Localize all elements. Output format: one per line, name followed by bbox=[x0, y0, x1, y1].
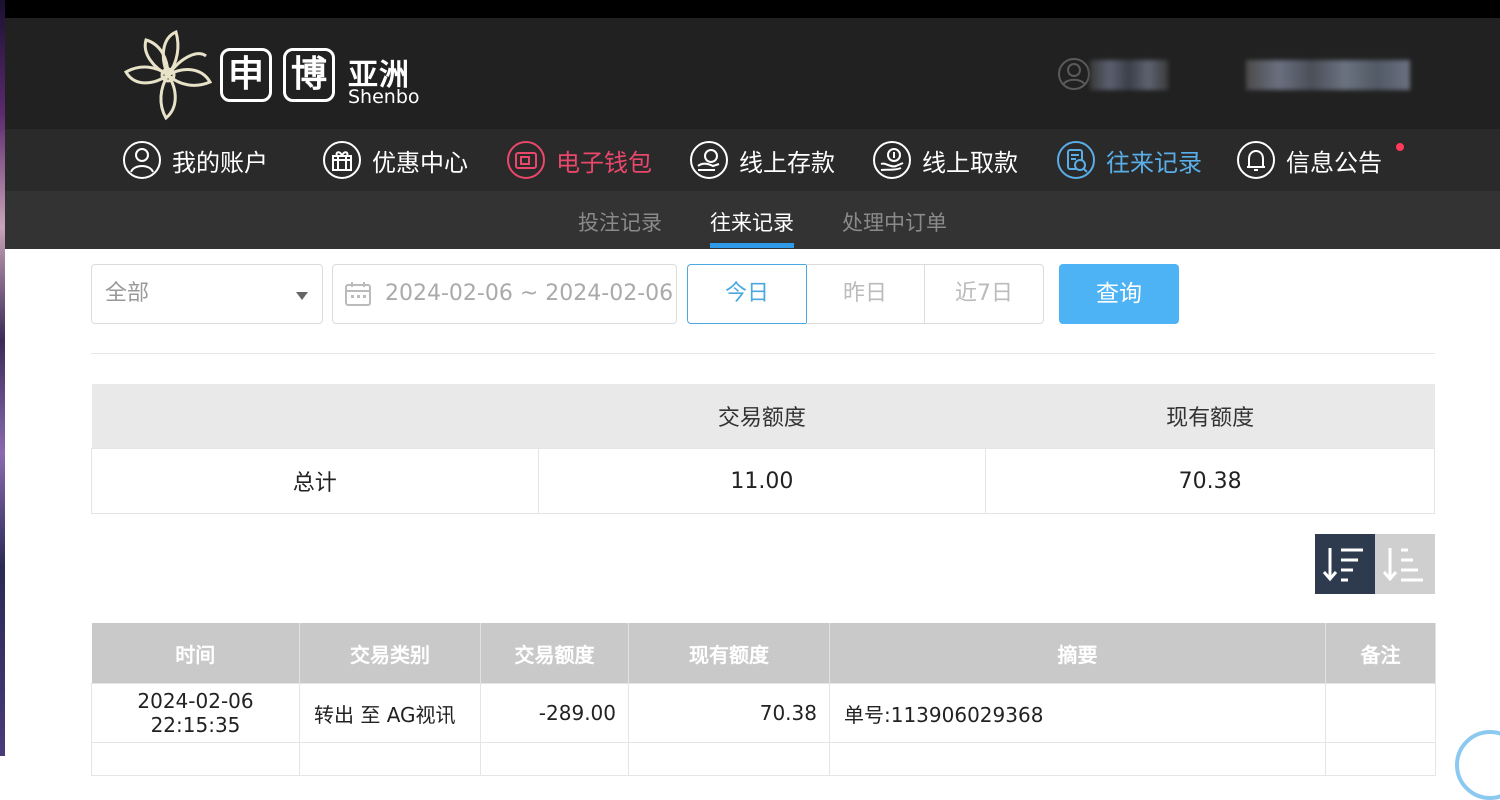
sort-desc-icon bbox=[1322, 548, 1363, 582]
yesterday-button[interactable]: 昨日 bbox=[806, 264, 925, 324]
table-row bbox=[91, 742, 1436, 776]
last-7-days-button[interactable]: 近7日 bbox=[924, 264, 1044, 324]
summary-header-current: 现有额度 bbox=[985, 384, 1435, 449]
records-header-row: 时间 交易类别 交易额度 现有额度 摘要 备注 bbox=[91, 623, 1436, 684]
nav-item-e-wallet[interactable]: 电子钱包 bbox=[506, 138, 652, 182]
wallet-icon bbox=[507, 141, 545, 179]
sort-controls bbox=[1315, 534, 1435, 594]
nav-item-deposit[interactable]: 线上存款 bbox=[689, 138, 835, 182]
chat-support-icon[interactable] bbox=[1455, 730, 1500, 800]
cell-empty bbox=[480, 742, 629, 776]
nav-item-label: 电子钱包 bbox=[556, 148, 652, 177]
logo-en-text: Shenbo bbox=[348, 86, 420, 108]
divider bbox=[91, 353, 1435, 354]
cell-time: 2024-02-06 22:15:35 bbox=[91, 683, 300, 743]
summary-header-row: 交易额度 现有额度 bbox=[91, 384, 1435, 449]
type-select[interactable]: 全部 bbox=[91, 264, 323, 324]
brand-logo[interactable]: 申 博 亚洲 Shenbo bbox=[120, 28, 420, 123]
nav-item-withdraw[interactable]: 线上取款 bbox=[872, 138, 1018, 182]
type-select-value: 全部 bbox=[105, 281, 150, 306]
user-area bbox=[1040, 58, 1410, 94]
sub-nav: 投注记录 往来记录 处理中订单 bbox=[0, 191, 1500, 249]
bell-icon bbox=[1237, 141, 1275, 179]
col-header-balance: 现有额度 bbox=[628, 623, 830, 684]
summary-row: 总计 11.00 70.38 bbox=[91, 448, 1435, 514]
summary-header-blank bbox=[91, 384, 538, 449]
flower-logo-icon bbox=[123, 29, 213, 121]
redacted-balance bbox=[1246, 60, 1410, 90]
nav-item-label: 我的账户 bbox=[172, 148, 268, 177]
sort-asc-button[interactable] bbox=[1375, 534, 1435, 594]
gift-icon bbox=[323, 141, 361, 179]
tab-bet-records[interactable]: 投注记录 bbox=[578, 207, 662, 237]
summary-header-trade: 交易额度 bbox=[538, 384, 986, 449]
notification-dot bbox=[1396, 143, 1404, 151]
cell-balance: 70.38 bbox=[628, 683, 830, 743]
sort-desc-button[interactable] bbox=[1315, 534, 1375, 594]
logo-char-box: 博 bbox=[283, 48, 335, 102]
summary-total-label: 总计 bbox=[91, 448, 539, 514]
records-icon bbox=[1057, 141, 1095, 179]
sort-asc-icon bbox=[1382, 548, 1423, 582]
withdraw-icon bbox=[873, 141, 911, 179]
col-header-note: 备注 bbox=[1325, 623, 1436, 684]
today-button[interactable]: 今日 bbox=[687, 264, 807, 324]
nav-item-records[interactable]: 往来记录 bbox=[1056, 138, 1202, 182]
logo-char-box: 申 bbox=[220, 48, 272, 102]
summary-trade-amount: 11.00 bbox=[537, 448, 987, 514]
date-range-value: 2024-02-06 ~ 2024-02-06 bbox=[385, 281, 674, 306]
redacted-username bbox=[1090, 60, 1168, 90]
nav-item-label: 信息公告 bbox=[1286, 148, 1382, 177]
cell-empty bbox=[628, 742, 830, 776]
records-table: 时间 交易类别 交易额度 现有额度 摘要 备注 2024-02-06 22:15… bbox=[91, 623, 1436, 776]
active-tab-indicator bbox=[710, 243, 794, 248]
date-range-input[interactable]: 2024-02-06 ~ 2024-02-06 bbox=[332, 264, 677, 324]
cell-amount: -289.00 bbox=[480, 683, 629, 743]
nav-item-label: 优惠中心 bbox=[372, 148, 468, 177]
tab-pending-orders[interactable]: 处理中订单 bbox=[842, 207, 947, 237]
table-row: 2024-02-06 22:15:35 转出 至 AG视讯 -289.00 70… bbox=[91, 683, 1436, 743]
cell-empty bbox=[1325, 742, 1436, 776]
window-top-bar bbox=[0, 0, 1500, 18]
deposit-icon bbox=[690, 141, 728, 179]
nav-item-promotions[interactable]: 优惠中心 bbox=[322, 138, 468, 182]
col-header-amount: 交易额度 bbox=[480, 623, 629, 684]
col-header-type: 交易类别 bbox=[299, 623, 481, 684]
nav-item-label: 线上取款 bbox=[922, 148, 1018, 177]
cell-empty bbox=[299, 742, 481, 776]
nav-item-label: 往来记录 bbox=[1106, 148, 1202, 177]
calendar-icon bbox=[345, 282, 371, 306]
query-button[interactable]: 查询 bbox=[1059, 264, 1179, 324]
user-avatar-icon[interactable] bbox=[1058, 58, 1090, 90]
col-header-summary: 摘要 bbox=[829, 623, 1326, 684]
site-header: 申 博 亚洲 Shenbo bbox=[0, 18, 1500, 129]
cell-type: 转出 至 AG视讯 bbox=[299, 683, 481, 743]
tab-transaction-records[interactable]: 往来记录 bbox=[710, 207, 794, 237]
background-strip bbox=[0, 0, 5, 756]
summary-table: 交易额度 现有额度 总计 11.00 70.38 bbox=[91, 384, 1435, 514]
nav-item-my-account[interactable]: 我的账户 bbox=[122, 138, 268, 182]
cell-empty bbox=[829, 742, 1326, 776]
cell-summary: 单号:113906029368 bbox=[829, 683, 1326, 743]
col-header-time: 时间 bbox=[91, 623, 300, 684]
summary-current-amount: 70.38 bbox=[985, 448, 1435, 514]
cell-empty bbox=[91, 742, 300, 776]
main-nav: 我的账户 优惠中心 电子钱包 线上存款 线上取款 往来记录 信息公告 bbox=[0, 129, 1500, 191]
nav-item-notices[interactable]: 信息公告 bbox=[1236, 138, 1382, 182]
user-icon bbox=[123, 141, 161, 179]
cell-note bbox=[1325, 683, 1436, 743]
nav-item-label: 线上存款 bbox=[739, 148, 835, 177]
chevron-down-icon bbox=[296, 292, 308, 300]
